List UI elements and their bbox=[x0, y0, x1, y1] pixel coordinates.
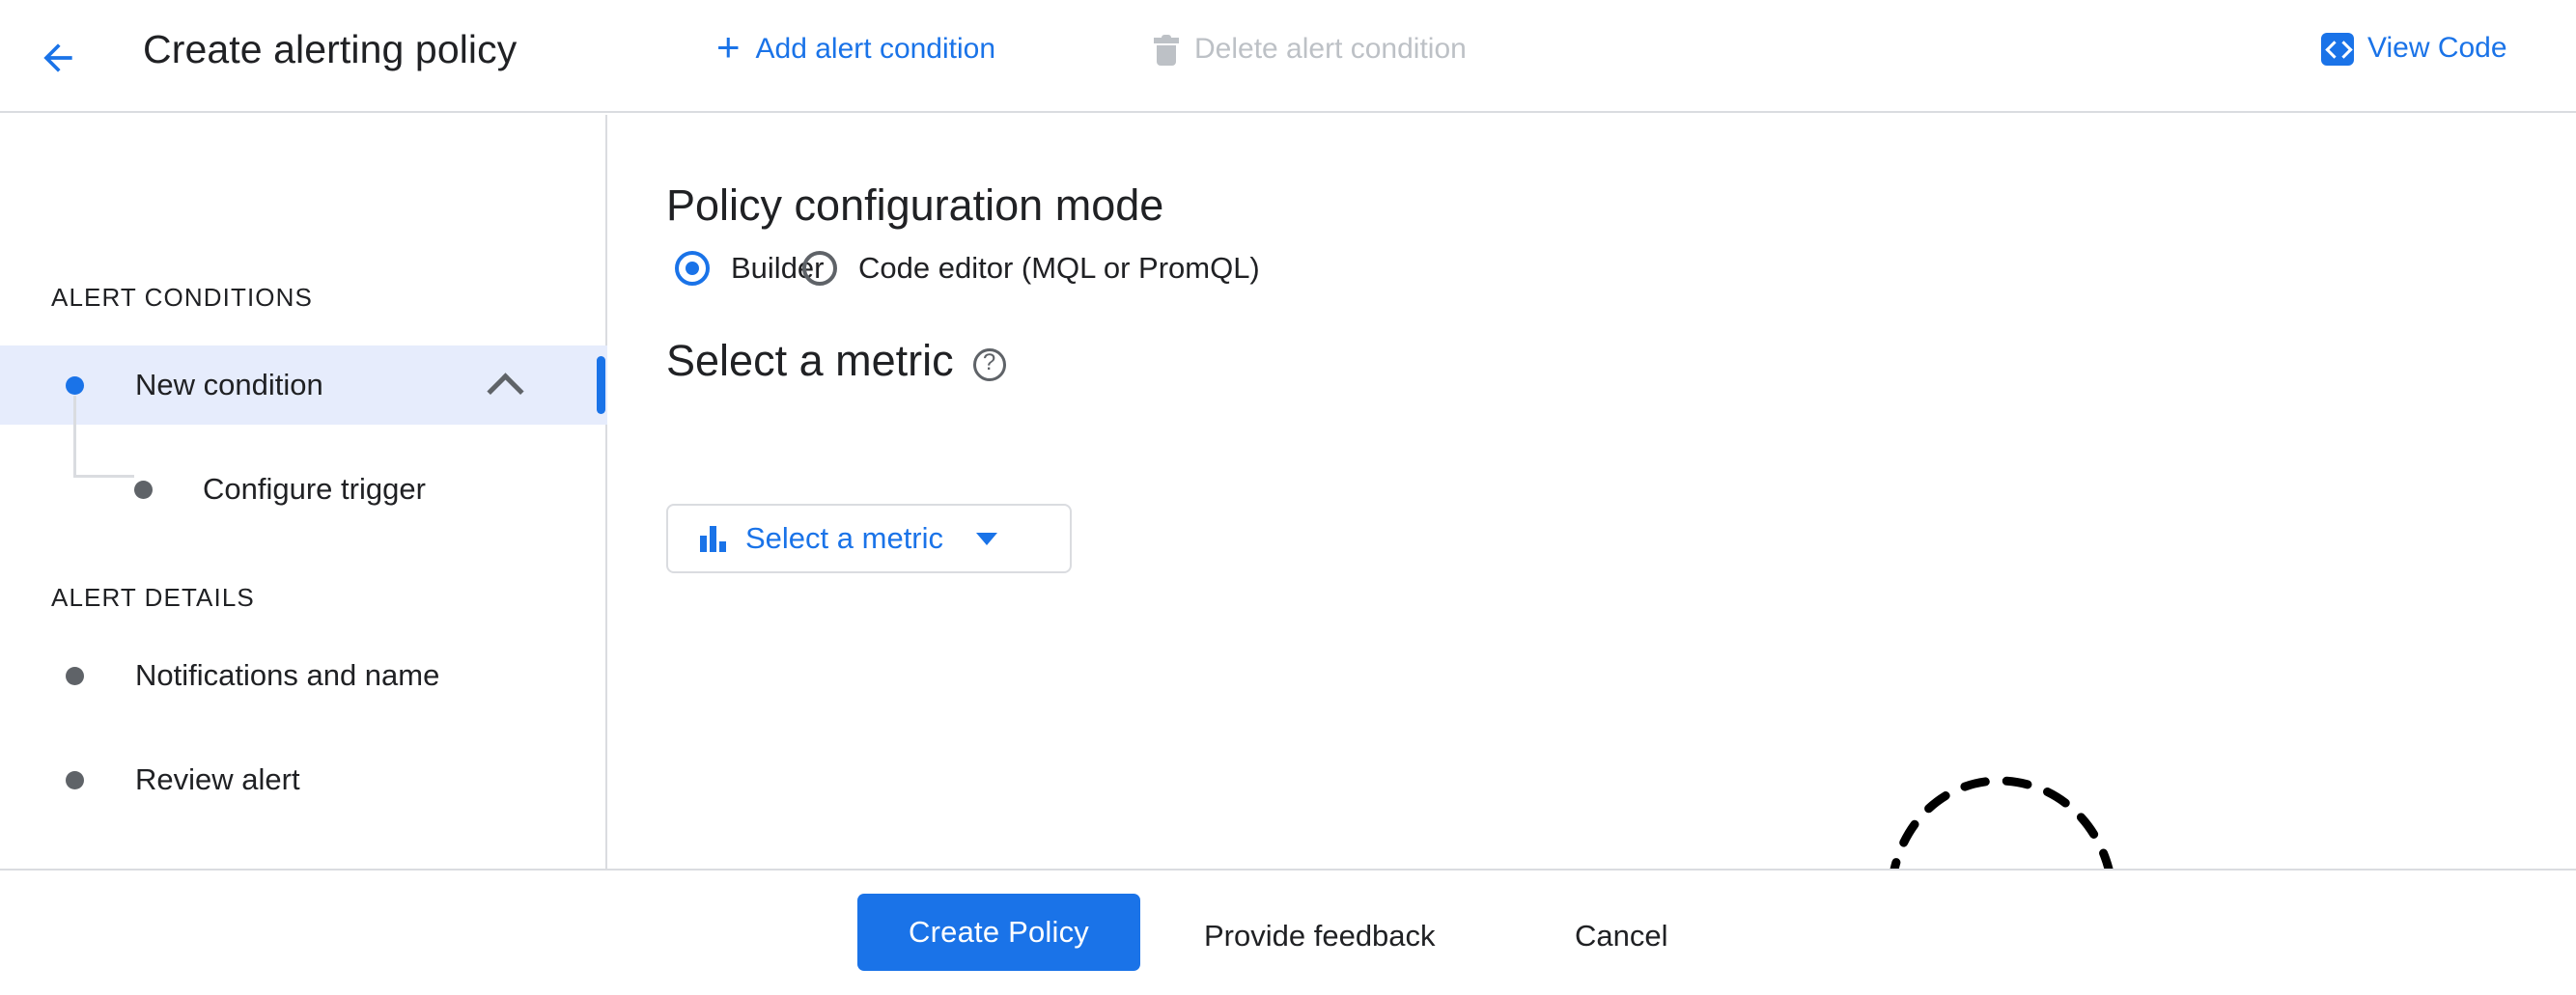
caret-down-icon bbox=[976, 532, 998, 545]
dashed-cloud-illustration bbox=[1831, 761, 2149, 869]
sidebar-item-label: Configure trigger bbox=[203, 472, 426, 506]
radio-button-icon bbox=[675, 251, 710, 286]
plus-icon: + bbox=[716, 24, 741, 69]
sidebar-item-configure-trigger[interactable]: Configure trigger bbox=[0, 450, 607, 529]
radio-button-icon bbox=[802, 251, 837, 286]
selected-item-indicator bbox=[597, 356, 605, 414]
sidebar-section-alert-details: ALERT DETAILS bbox=[51, 583, 255, 612]
add-alert-condition-button[interactable]: + Add alert condition bbox=[716, 24, 996, 69]
code-brackets-icon bbox=[2321, 33, 2354, 66]
policy-configuration-mode-heading: Policy configuration mode bbox=[666, 180, 1164, 230]
bar-chart-icon bbox=[699, 525, 728, 552]
main-content: Policy configuration mode Builder Code e… bbox=[609, 115, 2576, 869]
trash-icon bbox=[1154, 35, 1179, 66]
view-code-label: View Code bbox=[2367, 32, 2507, 64]
add-alert-condition-label: Add alert condition bbox=[755, 33, 996, 65]
help-circle-icon[interactable] bbox=[972, 348, 1006, 381]
bullet-icon bbox=[66, 375, 84, 395]
sidebar-item-label: Review alert bbox=[135, 762, 300, 796]
create-policy-button[interactable]: Create Policy bbox=[857, 894, 1140, 971]
select-a-metric-dropdown[interactable]: Select a metric bbox=[666, 504, 1072, 573]
sidebar-item-label: Notifications and name bbox=[135, 658, 440, 692]
view-code-button[interactable]: View Code bbox=[2321, 32, 2507, 66]
select-a-metric-dropdown-label: Select a metric bbox=[745, 521, 944, 555]
provide-feedback-button[interactable]: Provide feedback bbox=[1204, 919, 1436, 954]
cancel-button[interactable]: Cancel bbox=[1575, 919, 1668, 954]
bullet-icon bbox=[134, 480, 153, 499]
sidebar-item-review-alert[interactable]: Review alert bbox=[0, 740, 607, 819]
sidebar-navigation: ALERT CONDITIONS New condition Configure… bbox=[0, 115, 607, 869]
delete-alert-condition-label: Delete alert condition bbox=[1194, 33, 1467, 65]
page-title: Create alerting policy bbox=[143, 27, 518, 71]
select-a-metric-heading-label: Select a metric bbox=[666, 336, 954, 385]
app-header: Create alerting policy + Add alert condi… bbox=[0, 0, 2576, 113]
chevron-up-icon[interactable] bbox=[487, 373, 524, 410]
bullet-icon bbox=[66, 666, 84, 685]
arrow-back-icon[interactable] bbox=[37, 37, 79, 79]
radio-option-label: Code editor (MQL or PromQL) bbox=[858, 251, 1260, 285]
delete-alert-condition-button[interactable]: Delete alert condition bbox=[1154, 33, 1467, 66]
sidebar-item-notifications-and-name[interactable]: Notifications and name bbox=[0, 636, 607, 715]
radio-option-code-editor[interactable]: Code editor (MQL or PromQL) bbox=[802, 251, 1260, 286]
bullet-icon bbox=[66, 770, 84, 789]
select-a-metric-heading: Select a metric bbox=[666, 336, 1006, 386]
sidebar-section-alert-conditions: ALERT CONDITIONS bbox=[51, 283, 313, 312]
sidebar-item-label: New condition bbox=[135, 368, 323, 401]
